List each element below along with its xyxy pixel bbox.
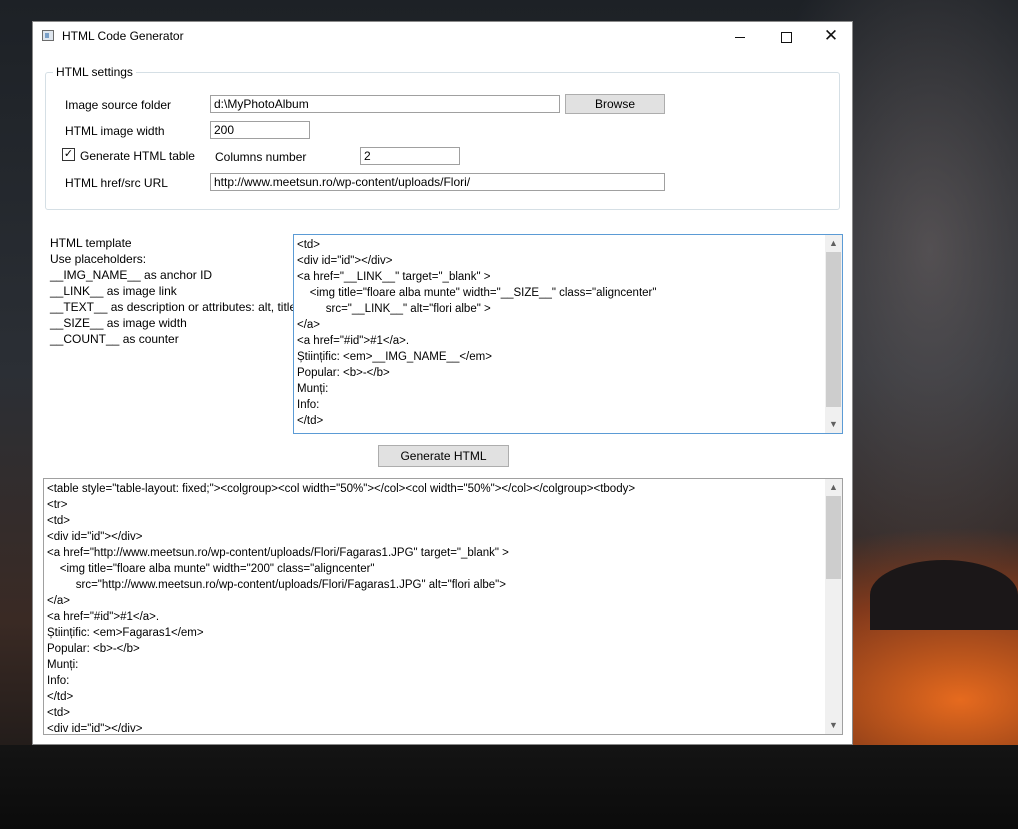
template-help-line: __TEXT__ as description or attributes: a… — [50, 300, 297, 314]
maximize-button[interactable] — [763, 22, 809, 50]
checkmark-icon: ✓ — [63, 148, 74, 160]
title-bar[interactable]: HTML Code Generator ✕ — [33, 22, 852, 50]
desktop-mountain-silhouette — [870, 560, 1018, 630]
scroll-up-icon[interactable]: ▲ — [825, 235, 842, 252]
scroll-up-icon[interactable]: ▲ — [825, 479, 842, 496]
desktop-background — [0, 745, 1018, 829]
image-source-input[interactable]: d:\MyPhotoAlbum — [210, 95, 560, 113]
columns-number-label: Columns number — [215, 150, 307, 164]
generate-table-checkbox[interactable]: ✓ — [62, 148, 75, 161]
image-width-input[interactable]: 200 — [210, 121, 310, 139]
output-scrollbar[interactable]: ▲ ▼ — [825, 479, 842, 734]
template-help-heading: HTML template — [50, 236, 132, 250]
generate-html-button[interactable]: Generate HTML — [378, 445, 509, 467]
image-source-label: Image source folder — [65, 98, 172, 112]
columns-number-input[interactable]: 2 — [360, 147, 460, 165]
output-textarea[interactable]: <table style="table-layout: fixed;"><col… — [43, 478, 843, 735]
template-text[interactable]: <td> <div id="id"></div> <a href="__LINK… — [294, 235, 842, 431]
template-help-line: __LINK__ as image link — [50, 284, 177, 298]
window-title: HTML Code Generator — [62, 29, 184, 43]
scroll-thumb[interactable] — [826, 496, 841, 579]
output-text[interactable]: <table style="table-layout: fixed;"><col… — [44, 479, 842, 734]
app-window: HTML Code Generator ✕ HTML settings Imag… — [32, 21, 853, 745]
href-url-label: HTML href/src URL — [65, 176, 168, 190]
html-settings-title: HTML settings — [53, 65, 136, 79]
scroll-down-icon[interactable]: ▼ — [825, 717, 842, 734]
minimize-button[interactable] — [717, 22, 763, 50]
href-url-input[interactable]: http://www.meetsun.ro/wp-content/uploads… — [210, 173, 665, 191]
image-width-label: HTML image width — [65, 124, 165, 138]
browse-button[interactable]: Browse — [565, 94, 665, 114]
app-icon — [42, 30, 54, 41]
maximize-icon — [780, 31, 792, 43]
template-scrollbar[interactable]: ▲ ▼ — [825, 235, 842, 433]
scroll-down-icon[interactable]: ▼ — [825, 416, 842, 433]
template-help-line: __COUNT__ as counter — [50, 332, 179, 346]
close-icon: ✕ — [823, 26, 839, 45]
minimize-icon — [735, 36, 745, 38]
template-help-line: Use placeholders: — [50, 252, 147, 266]
generate-table-label[interactable]: Generate HTML table — [80, 149, 195, 163]
template-help: HTML template Use placeholders: __IMG_NA… — [50, 235, 296, 347]
template-help-line: __IMG_NAME__ as anchor ID — [50, 268, 213, 282]
template-help-line: __SIZE__ as image width — [50, 316, 187, 330]
close-button[interactable]: ✕ — [808, 22, 854, 50]
template-textarea[interactable]: <td> <div id="id"></div> <a href="__LINK… — [293, 234, 843, 434]
scroll-thumb[interactable] — [826, 252, 841, 407]
